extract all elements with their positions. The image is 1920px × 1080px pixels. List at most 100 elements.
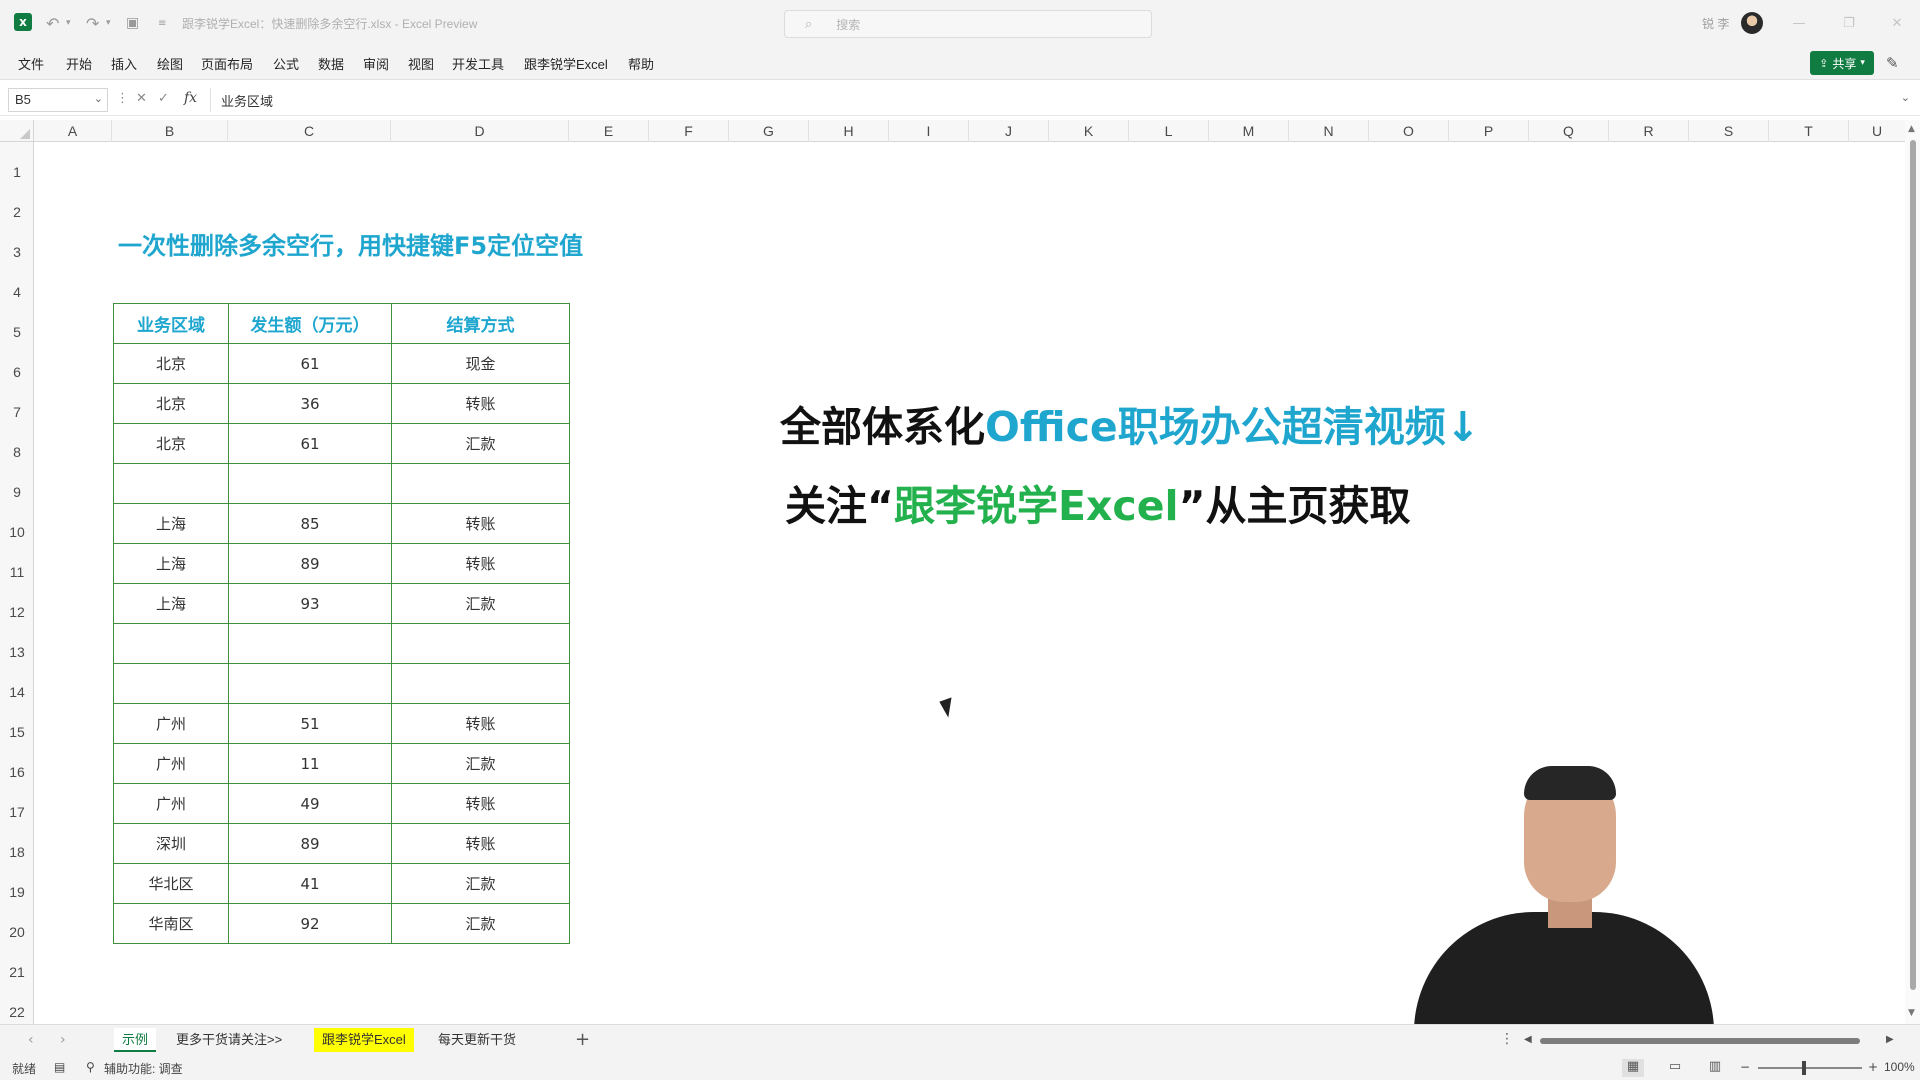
header-settlement[interactable]: 结算方式 xyxy=(391,303,570,344)
zoom-out-icon[interactable]: − xyxy=(1740,1060,1750,1074)
settlement-cell[interactable]: 汇款 xyxy=(391,743,570,784)
row-header[interactable]: 1 xyxy=(0,164,34,180)
page-layout-view-icon[interactable]: ▭ xyxy=(1664,1059,1686,1077)
amount-cell[interactable]: 89 xyxy=(228,543,392,584)
horizontal-scroll-thumb[interactable] xyxy=(1540,1038,1860,1044)
amount-cell[interactable]: 93 xyxy=(228,583,392,624)
enter-icon[interactable]: ✓ xyxy=(158,91,169,106)
more-options-icon[interactable]: ⋮ xyxy=(1500,1031,1514,1047)
menu-page-layout[interactable]: 页面布局 xyxy=(201,54,253,73)
restore-icon[interactable]: ❐ xyxy=(1826,0,1872,46)
column-header-d[interactable]: D xyxy=(391,120,569,142)
save-icon[interactable]: ▣ xyxy=(126,0,139,46)
minimize-icon[interactable]: — xyxy=(1776,0,1822,46)
settlement-cell[interactable]: 转账 xyxy=(391,543,570,584)
horizontal-scrollbar[interactable]: ◀ ▶ xyxy=(1520,1034,1900,1048)
close-icon[interactable]: ✕ xyxy=(1874,0,1920,46)
column-header-l[interactable]: L xyxy=(1129,120,1209,142)
menu-draw[interactable]: 绘图 xyxy=(157,54,183,73)
region-cell[interactable] xyxy=(113,623,229,664)
settlement-cell[interactable]: 汇款 xyxy=(391,863,570,904)
user-name[interactable]: 锐 李 xyxy=(1702,0,1729,46)
sheet-tab-excel[interactable]: 跟李锐学Excel xyxy=(314,1028,414,1052)
region-cell[interactable]: 上海 xyxy=(113,503,229,544)
region-cell[interactable] xyxy=(113,463,229,504)
menu-help[interactable]: 帮助 xyxy=(628,54,654,73)
amount-cell[interactable]: 61 xyxy=(228,343,392,384)
menu-developer[interactable]: 开发工具 xyxy=(452,54,504,73)
row-header[interactable]: 18 xyxy=(0,844,34,860)
amount-cell[interactable]: 49 xyxy=(228,783,392,824)
scroll-up-icon[interactable]: ▲ xyxy=(1908,124,1915,134)
header-amount[interactable]: 发生额（万元） xyxy=(228,303,392,344)
amount-cell[interactable]: 92 xyxy=(228,903,392,944)
redo-icon[interactable]: ↷ xyxy=(86,0,99,46)
settlement-cell[interactable] xyxy=(391,623,570,664)
accessibility-status[interactable]: 辅助功能: 调查 xyxy=(104,1060,183,1077)
sheet-title[interactable]: 一次性删除多余空行，用快捷键F5定位空值 xyxy=(118,226,583,261)
region-cell[interactable]: 广州 xyxy=(113,703,229,744)
row-header[interactable]: 2 xyxy=(0,204,34,220)
column-header-u[interactable]: U xyxy=(1849,120,1905,142)
row-header[interactable]: 7 xyxy=(0,404,34,420)
row-header[interactable]: 16 xyxy=(0,764,34,780)
region-cell[interactable]: 广州 xyxy=(113,743,229,784)
amount-cell[interactable]: 85 xyxy=(228,503,392,544)
column-header-f[interactable]: F xyxy=(649,120,729,142)
row-header[interactable]: 8 xyxy=(0,444,34,460)
amount-cell[interactable] xyxy=(228,663,392,704)
column-header-p[interactable]: P xyxy=(1449,120,1529,142)
header-region[interactable]: 业务区域 xyxy=(113,303,229,344)
region-cell[interactable]: 上海 xyxy=(113,543,229,584)
zoom-in-icon[interactable]: + xyxy=(1868,1060,1878,1074)
scroll-left-icon[interactable]: ◀ xyxy=(1524,1034,1532,1045)
region-cell[interactable]: 上海 xyxy=(113,583,229,624)
column-header-n[interactable]: N xyxy=(1289,120,1369,142)
menu-view[interactable]: 视图 xyxy=(408,54,434,73)
formula-input[interactable]: 业务区域 xyxy=(210,88,1900,112)
share-button[interactable]: ⇪ 共享 ▾ xyxy=(1810,51,1874,75)
column-header-m[interactable]: M xyxy=(1209,120,1289,142)
redo-dropdown-icon[interactable]: ▾ xyxy=(106,0,111,46)
amount-cell[interactable]: 41 xyxy=(228,863,392,904)
row-header[interactable]: 11 xyxy=(0,564,34,580)
column-header-a[interactable]: A xyxy=(34,120,112,142)
column-header-s[interactable]: S xyxy=(1689,120,1769,142)
zoom-slider-handle[interactable] xyxy=(1802,1061,1806,1075)
column-header-k[interactable]: K xyxy=(1049,120,1129,142)
row-header[interactable]: 19 xyxy=(0,884,34,900)
row-header[interactable]: 20 xyxy=(0,924,34,940)
column-header-o[interactable]: O xyxy=(1369,120,1449,142)
more-options-icon[interactable]: ⋮ xyxy=(116,91,129,106)
column-header-i[interactable]: I xyxy=(889,120,969,142)
row-header[interactable]: 12 xyxy=(0,604,34,620)
amount-cell[interactable] xyxy=(228,623,392,664)
row-header[interactable]: 15 xyxy=(0,724,34,740)
row-header[interactable]: 22 xyxy=(0,1004,34,1020)
row-header[interactable]: 5 xyxy=(0,324,34,340)
column-header-j[interactable]: J xyxy=(969,120,1049,142)
amount-cell[interactable] xyxy=(228,463,392,504)
settlement-cell[interactable]: 转账 xyxy=(391,383,570,424)
prev-sheet-icon[interactable]: ‹ xyxy=(28,1032,34,1048)
region-cell[interactable]: 深圳 xyxy=(113,823,229,864)
row-header[interactable]: 10 xyxy=(0,524,34,540)
name-box[interactable]: B5 ⌄ xyxy=(8,88,108,112)
avatar[interactable] xyxy=(1741,12,1763,34)
column-header-r[interactable]: R xyxy=(1609,120,1689,142)
zoom-slider[interactable] xyxy=(1758,1067,1862,1069)
comments-icon[interactable]: ✎ xyxy=(1886,54,1899,72)
row-header[interactable]: 9 xyxy=(0,484,34,500)
row-header[interactable]: 21 xyxy=(0,964,34,980)
menu-home[interactable]: 开始 xyxy=(66,54,92,73)
menu-insert[interactable]: 插入 xyxy=(111,54,137,73)
amount-cell[interactable]: 11 xyxy=(228,743,392,784)
menu-review[interactable]: 审阅 xyxy=(363,54,389,73)
sheet-tab-follow[interactable]: 更多干货请关注>> xyxy=(168,1028,290,1052)
settlement-cell[interactable]: 转账 xyxy=(391,503,570,544)
region-cell[interactable]: 北京 xyxy=(113,423,229,464)
vertical-scroll-thumb[interactable] xyxy=(1910,140,1916,990)
scroll-down-icon[interactable]: ▼ xyxy=(1908,1008,1915,1018)
row-header[interactable]: 13 xyxy=(0,644,34,660)
column-header-e[interactable]: E xyxy=(569,120,649,142)
